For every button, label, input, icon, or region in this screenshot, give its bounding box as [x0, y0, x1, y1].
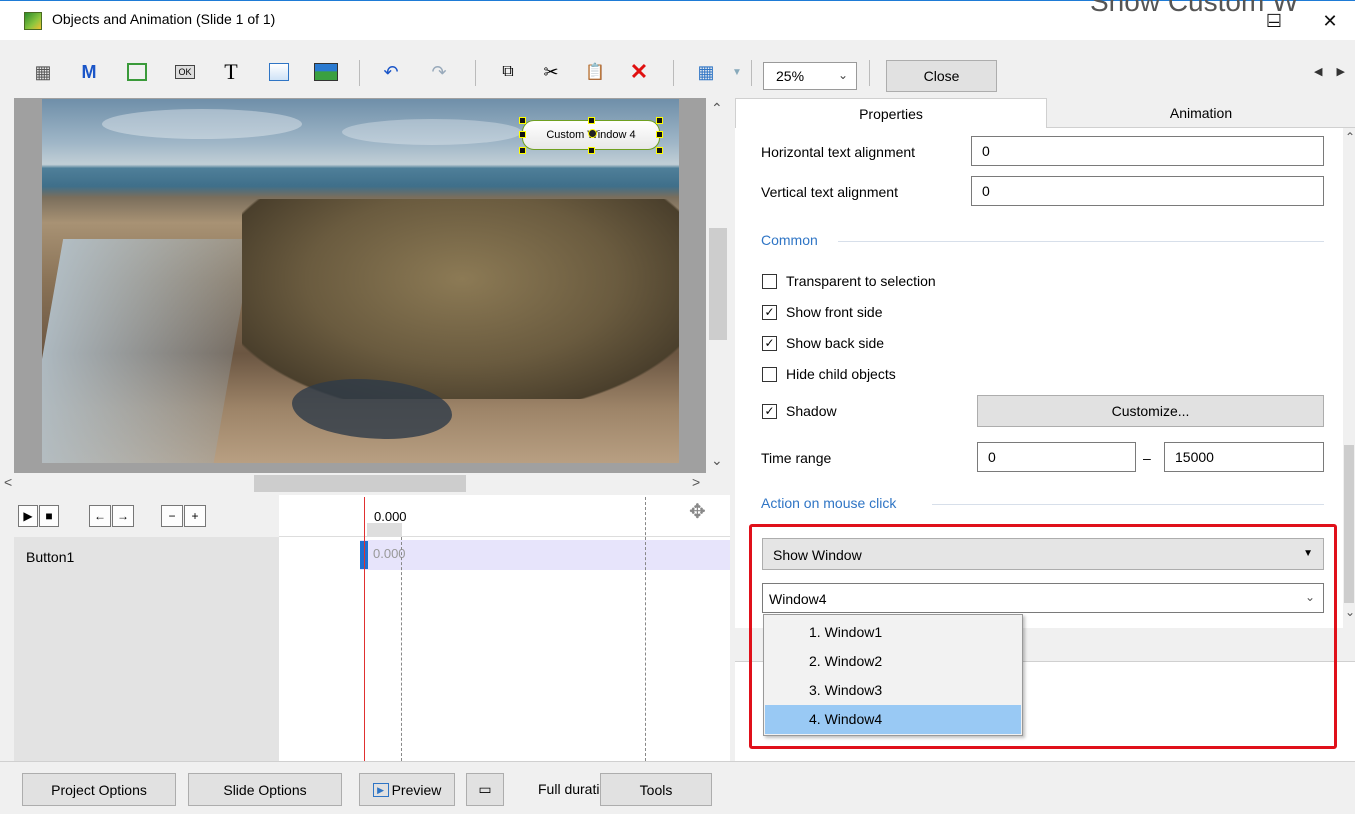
timeline-ruler[interactable]: 0.000 ✥: [279, 495, 730, 537]
scroll-down-icon[interactable]: ⌄: [711, 452, 723, 469]
minus-icon[interactable]: −: [161, 505, 183, 527]
back-side-checkbox[interactable]: ✓: [762, 336, 777, 351]
zoom-value: 25%: [776, 68, 805, 84]
vertical-scroll-thumb[interactable]: [709, 228, 727, 340]
resize-handle[interactable]: [656, 117, 663, 124]
shadow-checkbox[interactable]: ✓: [762, 404, 777, 419]
v-align-label: Vertical text alignment: [761, 184, 898, 200]
transparent-label: Transparent to selection: [786, 273, 936, 289]
resize-handle[interactable]: [519, 117, 526, 124]
h-align-field[interactable]: 0: [971, 136, 1324, 166]
text-icon[interactable]: T: [220, 59, 242, 84]
chevron-down-icon: ⌄: [837, 68, 848, 82]
window-title: Objects and Animation (Slide 1 of 1): [52, 11, 276, 27]
cloud: [342, 119, 522, 145]
horizontal-scroll-thumb[interactable]: [254, 475, 466, 492]
ruler-marker: [367, 523, 402, 537]
plus-icon[interactable]: +: [184, 505, 206, 527]
preview-label: Preview: [391, 781, 442, 798]
ok-button-icon[interactable]: OK: [172, 60, 198, 84]
hide-child-checkbox[interactable]: [762, 367, 777, 382]
scroll-right-icon[interactable]: >: [692, 474, 700, 490]
transparent-checkbox[interactable]: [762, 274, 777, 289]
resize-handle[interactable]: [656, 131, 663, 138]
move-icon[interactable]: ✥: [689, 499, 706, 524]
rock: [242, 199, 679, 399]
scroll-up-icon[interactable]: ⌃: [711, 100, 723, 117]
red-highlight-box: [749, 524, 1337, 749]
play-icon[interactable]: ▶: [18, 505, 38, 527]
hide-child-label: Hide child objects: [786, 366, 896, 382]
nav-arrows[interactable]: ◀▶: [1314, 65, 1355, 78]
time-end-field[interactable]: 15000: [1164, 442, 1324, 472]
timeline-row-label[interactable]: Button1: [26, 549, 74, 565]
scroll-up-icon[interactable]: ⌃: [1345, 130, 1355, 144]
v-align-field[interactable]: 0: [971, 176, 1324, 206]
redo-icon[interactable]: ↷: [428, 60, 450, 84]
time-range-dash: –: [1143, 450, 1151, 466]
front-side-checkbox[interactable]: ✓: [762, 305, 777, 320]
camera-icon[interactable]: ▦: [30, 60, 56, 84]
action-section-title: Action on mouse click: [761, 495, 897, 511]
playhead[interactable]: [364, 497, 365, 761]
frame-icon[interactable]: [124, 60, 150, 84]
copy-icon[interactable]: ⧉: [497, 60, 519, 84]
cut-icon[interactable]: ✂: [540, 60, 562, 84]
time-start-field[interactable]: 0: [977, 442, 1136, 472]
maximize-button[interactable]: ☐: [1254, 6, 1294, 36]
app-icon: [24, 12, 42, 30]
image-icon[interactable]: [312, 60, 340, 84]
arrow-right-icon[interactable]: →: [112, 505, 134, 527]
slide-photo[interactable]: [42, 99, 679, 463]
zoom-select[interactable]: 25% ⌄: [763, 62, 857, 90]
timeline-controls: ▶ ■ ← → − +: [14, 495, 279, 537]
resize-handle[interactable]: [519, 147, 526, 154]
front-side-label: Show front side: [786, 304, 883, 320]
arrow-left-icon[interactable]: ←: [89, 505, 111, 527]
grid-icon[interactable]: ▦: [695, 60, 717, 84]
preview-button[interactable]: ▶ Preview: [359, 773, 455, 806]
undo-icon[interactable]: ↶: [380, 60, 402, 84]
resize-handle[interactable]: [588, 117, 595, 124]
customize-button[interactable]: Customize...: [977, 395, 1324, 427]
timeline-object-list: Button1: [14, 537, 279, 761]
resize-handle[interactable]: [519, 131, 526, 138]
play-icon: ▶: [372, 782, 389, 797]
toolbar: ▦ M OK T ↶ ↷ ⧉ ✂ 📋 ✕ ▦ ▼ 25% ⌄ Close ◀▶: [0, 40, 1355, 98]
resize-handle[interactable]: [588, 147, 595, 154]
tab-animation[interactable]: Animation: [1047, 98, 1355, 128]
back-side-label: Show back side: [786, 335, 885, 351]
tools-button[interactable]: Tools: [600, 773, 712, 806]
rotate-handle[interactable]: [588, 129, 597, 138]
close-button[interactable]: Close: [886, 60, 997, 92]
common-section-title: Common: [761, 232, 818, 248]
water: [42, 239, 254, 463]
full-duration-label: Full duration: [538, 781, 600, 797]
timeline-track[interactable]: [279, 537, 730, 761]
time-value: 0.000: [374, 509, 407, 524]
project-options-button[interactable]: Project Options: [22, 773, 176, 806]
cloud: [102, 109, 302, 139]
ok-label: OK: [175, 65, 195, 79]
shadow-label: Shadow: [786, 403, 837, 419]
paste-icon[interactable]: 📋: [583, 60, 607, 84]
slide-options-button[interactable]: Slide Options: [188, 773, 342, 806]
h-align-label: Horizontal text alignment: [761, 144, 916, 160]
delete-icon[interactable]: ✕: [628, 59, 650, 84]
tab-properties[interactable]: Properties: [735, 98, 1047, 128]
resize-handle[interactable]: [656, 147, 663, 154]
screen-icon[interactable]: ▭: [466, 773, 504, 806]
scroll-left-icon[interactable]: <: [4, 474, 12, 490]
time-range-label: Time range: [761, 450, 832, 466]
scroll-down-icon[interactable]: ⌄: [1345, 605, 1355, 619]
close-window-button[interactable]: ✕: [1310, 6, 1350, 36]
m-icon[interactable]: M: [78, 60, 100, 84]
properties-scroll-thumb[interactable]: [1344, 445, 1354, 603]
timeline-row-bar[interactable]: 0.000: [360, 540, 730, 570]
grid-dropdown-icon[interactable]: ▼: [730, 60, 744, 84]
stop-icon[interactable]: ■: [39, 505, 59, 527]
rectangle-icon[interactable]: [266, 60, 292, 84]
